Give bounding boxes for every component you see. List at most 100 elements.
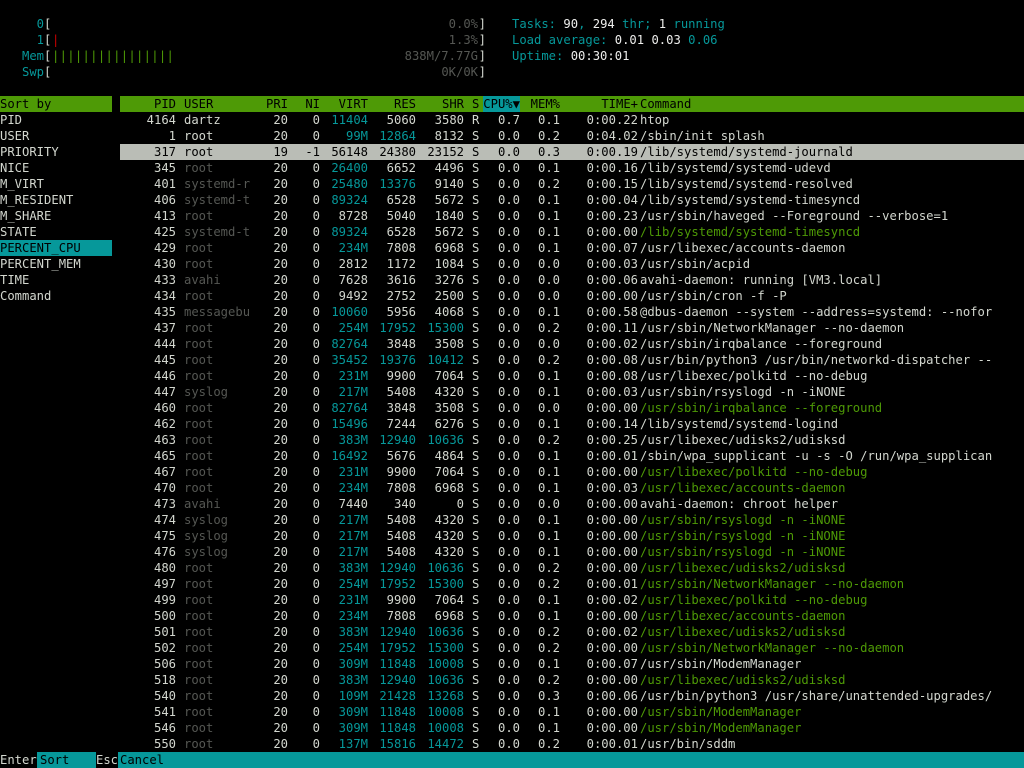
- sort-option-percent-mem[interactable]: PERCENT_MEM: [0, 256, 112, 272]
- cell-pri: 20: [273, 369, 288, 383]
- process-row[interactable]: 429 root 20 0 234M 7808 6968 S 0.0 0.1 0:00.07/usr…: [120, 240, 1024, 256]
- enter-key[interactable]: Enter: [0, 752, 37, 768]
- process-row[interactable]: 447 syslog 20 0 217M 5408 4320 S 0.0 0.1 0:00.03/u…: [120, 384, 1024, 400]
- cell-pri: 20: [273, 193, 288, 207]
- cell-virt: 234M: [338, 241, 368, 255]
- process-row[interactable]: 444 root 20 0 82764 3848 3508 S 0.0 0.0 0:00.02/us…: [120, 336, 1024, 352]
- cell-pid: 463: [153, 433, 176, 447]
- cell-user: root: [184, 161, 214, 175]
- sort-option-m-virt[interactable]: M_VIRT: [0, 176, 112, 192]
- uptime-value: 00:30:01: [570, 49, 630, 63]
- process-row[interactable]: 425 systemd-t 20 0 89324 6528 5672 S 0.0 0.1 0:00.…: [120, 224, 1024, 240]
- cell-virt: 254M: [338, 641, 368, 655]
- process-row[interactable]: 317 root 19 -1 56148 24380 23152 S 0.0 0.3 0:00.19…: [120, 144, 1024, 160]
- sort-option-m-resident[interactable]: M_RESIDENT: [0, 192, 112, 208]
- process-row[interactable]: 541 root 20 0 309M 11848 10008 S 0.0 0.1 0:00.00/u…: [120, 704, 1024, 720]
- sort-option-command[interactable]: Command: [0, 288, 112, 304]
- process-row[interactable]: 473 avahi 20 0 7440 340 0 S 0.0 0.0 0:00.00 avahi-d…: [120, 496, 1024, 512]
- cell-s: S: [472, 593, 480, 607]
- sort-option-user[interactable]: USER: [0, 128, 112, 144]
- process-row[interactable]: 502 root 20 0 254M 17952 15300 S 0.0 0.2 0:00.00/u…: [120, 640, 1024, 656]
- process-row[interactable]: 4164 dartz 20 0 11404 5060 3580 R 0.7 0.1 0:00.22 h…: [120, 112, 1024, 128]
- process-row[interactable]: 500 root 20 0 234M 7808 6968 S 0.0 0.1 0:00.00/usr…: [120, 608, 1024, 624]
- process-row[interactable]: 463 root 20 0 383M 12940 10636 S 0.0 0.2 0:00.25/u…: [120, 432, 1024, 448]
- col-pid[interactable]: PID: [154, 96, 176, 112]
- cell-res: 1172: [386, 257, 416, 271]
- cell-command: /usr/sbin/acpid: [640, 257, 751, 271]
- cell-s: S: [472, 465, 480, 479]
- cell-res: 5040: [386, 209, 416, 223]
- col-pri[interactable]: PRI: [266, 96, 288, 112]
- col-ni[interactable]: NI: [305, 96, 320, 112]
- cell-time: 0:00.00: [586, 673, 638, 687]
- process-row[interactable]: 433 avahi 20 0 7628 3616 3276 S 0.0 0.0 0:00.06 ava…: [120, 272, 1024, 288]
- cell-ni: 0: [312, 609, 320, 623]
- process-row[interactable]: 480 root 20 0 383M 12940 10636 S 0.0 0.2 0:00.00/u…: [120, 560, 1024, 576]
- sort-option-m-share[interactable]: M_SHARE: [0, 208, 112, 224]
- col-shr[interactable]: SHR: [442, 96, 464, 112]
- cell-res: 13376: [379, 177, 416, 191]
- process-row[interactable]: 430 root 20 0 2812 1172 1084 S 0.0 0.0 0:00.03/usr…: [120, 256, 1024, 272]
- process-row[interactable]: 1 root 20 0 99M 12864 8132 S 0.0 0.2 0:04.02/sbin/…: [120, 128, 1024, 144]
- process-row[interactable]: 345 root 20 0 26400 6652 4496 S 0.0 0.1 0:00.16/li…: [120, 160, 1024, 176]
- process-row[interactable]: 460 root 20 0 82764 3848 3508 S 0.0 0.0 0:00.00/us…: [120, 400, 1024, 416]
- process-row[interactable]: 540 root 20 0 109M 21428 13268 S 0.0 0.3 0:00.06/u…: [120, 688, 1024, 704]
- cell-pri: 20: [273, 497, 288, 511]
- process-row[interactable]: 470 root 20 0 234M 7808 6968 S 0.0 0.1 0:00.03/usr…: [120, 480, 1024, 496]
- process-row[interactable]: 445 root 20 0 35452 19376 10412 S 0.0 0.2 0:00.08/…: [120, 352, 1024, 368]
- cell-pid: 1: [168, 129, 176, 143]
- cell-time: 0:00.08: [586, 353, 638, 367]
- process-row[interactable]: 550 root 20 0 137M 15816 14472 S 0.0 0.2 0:00.01/u…: [120, 736, 1024, 752]
- cell-time: 0:00.14: [586, 417, 638, 431]
- process-row[interactable]: 401 systemd-r 20 0 25480 13376 9140 S 0.0 0.2 0:00…: [120, 176, 1024, 192]
- col-command[interactable]: Command: [640, 96, 691, 112]
- cell-command: /lib/systemd/systemd-resolved: [640, 177, 853, 191]
- col-state[interactable]: S: [472, 96, 479, 112]
- sort-option-time[interactable]: TIME: [0, 272, 112, 288]
- process-row[interactable]: 434 root 20 0 9492 2752 2500 S 0.0 0.0 0:00.00/usr…: [120, 288, 1024, 304]
- sort-option-state[interactable]: STATE: [0, 224, 112, 240]
- cell-ni: 0: [312, 497, 320, 511]
- cell-cpu: 0.0: [497, 657, 520, 671]
- sort-option-percent-cpu[interactable]: PERCENT_CPU: [0, 240, 112, 256]
- process-row[interactable]: 518 root 20 0 383M 12940 10636 S 0.0 0.2 0:00.00/u…: [120, 672, 1024, 688]
- process-row[interactable]: 475 syslog 20 0 217M 5408 4320 S 0.0 0.1 0:00.00/u…: [120, 528, 1024, 544]
- process-row[interactable]: 437 root 20 0 254M 17952 15300 S 0.0 0.2 0:00.11/u…: [120, 320, 1024, 336]
- cell-pri: 20: [273, 721, 288, 735]
- process-row[interactable]: 465 root 20 0 16492 5676 4864 S 0.0 0.1 0:00.01/sb…: [120, 448, 1024, 464]
- sort-option-pid[interactable]: PID: [0, 112, 112, 128]
- tasks-label: Tasks:: [512, 17, 564, 31]
- cell-ni: 0: [312, 337, 320, 351]
- cancel-action[interactable]: Cancel: [120, 752, 164, 768]
- col-virt[interactable]: VIRT: [339, 96, 368, 112]
- process-row[interactable]: 501 root 20 0 383M 12940 10636 S 0.0 0.2 0:00.02/u…: [120, 624, 1024, 640]
- process-row[interactable]: 413 root 20 0 8728 5040 1840 S 0.0 0.1 0:00.23/usr…: [120, 208, 1024, 224]
- process-row[interactable]: 446 root 20 0 231M 9900 7064 S 0.0 0.1 0:00.08/usr…: [120, 368, 1024, 384]
- process-row[interactable]: 435 messagebu 20 0 10060 5956 4068 S 0.0 0.1 0:00.…: [120, 304, 1024, 320]
- col-res[interactable]: RES: [394, 96, 416, 112]
- cell-s: S: [472, 209, 480, 223]
- process-row[interactable]: 499 root 20 0 231M 9900 7064 S 0.0 0.1 0:00.02/usr…: [120, 592, 1024, 608]
- cell-time: 0:00.58: [586, 305, 638, 319]
- cell-user: root: [184, 673, 214, 687]
- col-cpu-sorted[interactable]: CPU%▼: [483, 96, 520, 112]
- mem-meter: Mem [ |||||||||||||||| 838M/7.77G ]: [0, 48, 490, 64]
- sort-option-nice[interactable]: NICE: [0, 160, 112, 176]
- process-row[interactable]: 506 root 20 0 309M 11848 10008 S 0.0 0.1 0:00.07/u…: [120, 656, 1024, 672]
- process-row[interactable]: 474 syslog 20 0 217M 5408 4320 S 0.0 0.1 0:00.00/u…: [120, 512, 1024, 528]
- esc-key[interactable]: Esc: [96, 752, 119, 768]
- cell-shr: 7064: [434, 465, 464, 479]
- process-row[interactable]: 546 root 20 0 309M 11848 10008 S 0.0 0.1 0:00.00/u…: [120, 720, 1024, 736]
- process-row[interactable]: 406 systemd-t 20 0 89324 6528 5672 S 0.0 0.1 0:00.…: [120, 192, 1024, 208]
- process-row[interactable]: 462 root 20 0 15496 7244 6276 S 0.0 0.1 0:00.14/li…: [120, 416, 1024, 432]
- sort-action[interactable]: Sort: [40, 752, 69, 768]
- col-time[interactable]: TIME+: [601, 96, 638, 112]
- process-row[interactable]: 497 root 20 0 254M 17952 15300 S 0.0 0.2 0:00.01/u…: [120, 576, 1024, 592]
- process-row[interactable]: 467 root 20 0 231M 9900 7064 S 0.0 0.1 0:00.00/usr…: [120, 464, 1024, 480]
- col-mem[interactable]: MEM%: [531, 96, 560, 112]
- cell-ni: 0: [312, 689, 320, 703]
- cell-s: S: [472, 417, 480, 431]
- process-row[interactable]: 476 syslog 20 0 217M 5408 4320 S 0.0 0.1 0:00.00/u…: [120, 544, 1024, 560]
- sort-option-priority[interactable]: PRIORITY: [0, 144, 112, 160]
- col-user[interactable]: USER: [184, 96, 213, 112]
